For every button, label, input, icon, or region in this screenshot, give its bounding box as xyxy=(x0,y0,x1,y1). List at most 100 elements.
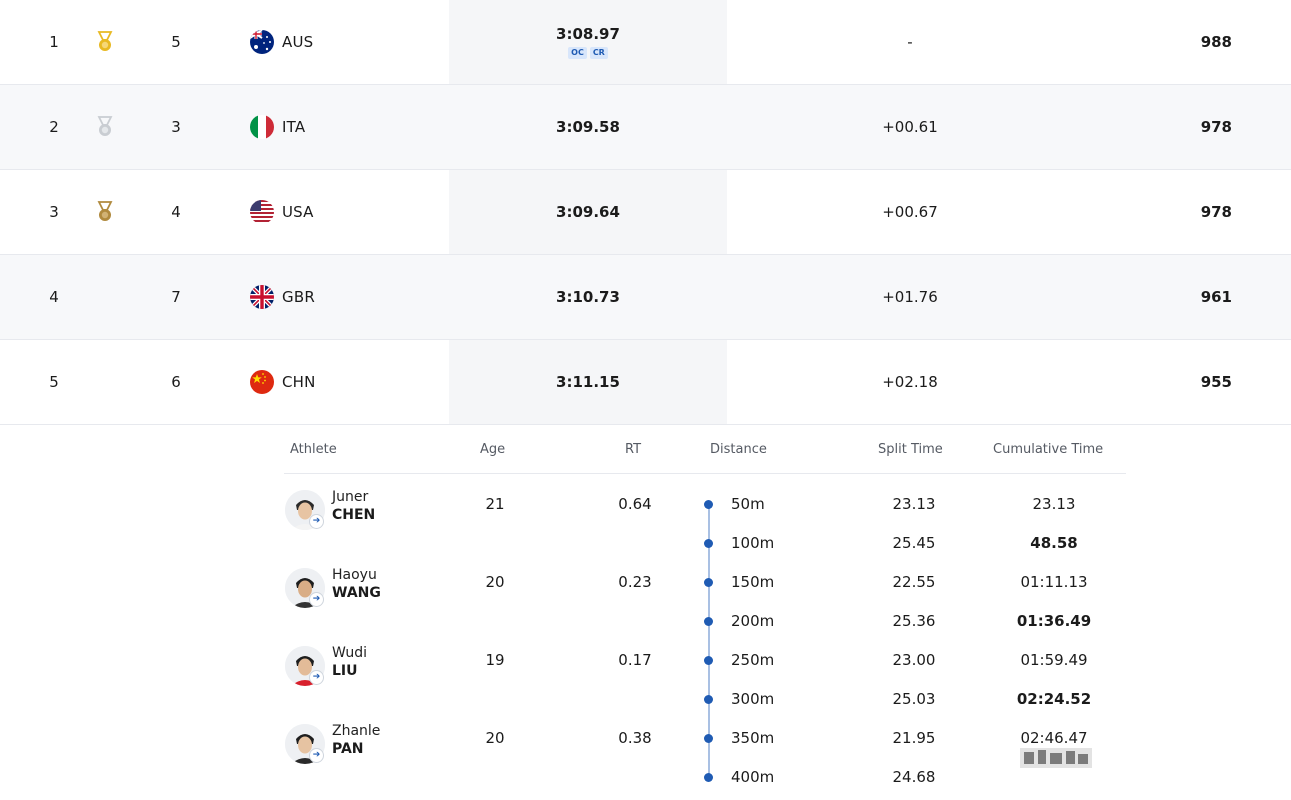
rank: 4 xyxy=(49,288,59,306)
relay-detail-panel: Athlete Age RT Distance Split Time Cumul… xyxy=(284,426,1126,800)
cumulative-time-header: Cumulative Time xyxy=(993,442,1104,457)
split-marker xyxy=(704,734,713,743)
athlete-item[interactable]: ➔ Haoyu WANG xyxy=(284,566,484,610)
age-header: Age xyxy=(480,442,506,457)
time-value: 3:09.58 xyxy=(556,118,620,136)
time-difference: +01.76 xyxy=(882,288,938,306)
cumulative-time: 01:11.13 xyxy=(1020,573,1088,591)
split-time: 23.00 xyxy=(892,651,936,669)
profile-link-icon[interactable]: ➔ xyxy=(309,670,324,685)
country: USA xyxy=(250,170,410,254)
split-marker xyxy=(704,578,713,587)
split-time: 25.03 xyxy=(892,690,936,708)
reaction-time: 0.23 xyxy=(618,573,652,591)
athlete-last-name: WANG xyxy=(332,585,381,601)
split-time: 23.13 xyxy=(892,495,936,513)
athlete-age: 21 xyxy=(485,495,505,513)
final-time: 3:11.15 xyxy=(449,340,727,424)
gold-medal-icon xyxy=(93,0,117,84)
time-difference: +02.18 xyxy=(882,373,938,391)
country: CHN xyxy=(250,340,410,424)
record-badges: OC CR xyxy=(568,47,608,59)
split-time: 25.45 xyxy=(892,534,936,552)
rank: 1 xyxy=(49,33,59,51)
cumulative-time: 01:36.49 xyxy=(1016,612,1092,630)
cr-record-badge: CR xyxy=(589,47,608,59)
reaction-time: 0.17 xyxy=(618,651,652,669)
country-code: AUS xyxy=(282,33,314,51)
split-distance: 200m xyxy=(731,612,775,630)
time-value: 3:08.97 xyxy=(556,25,620,43)
watermark-image xyxy=(1018,738,1094,774)
split-distance: 250m xyxy=(731,651,775,669)
rank: 5 xyxy=(49,373,59,391)
time-difference: +00.67 xyxy=(882,203,938,221)
silver-medal-icon xyxy=(93,85,117,169)
country-code: GBR xyxy=(282,288,315,306)
country-code: CHN xyxy=(282,373,316,391)
country: ITA xyxy=(250,85,410,169)
athlete-last-name: PAN xyxy=(332,741,364,757)
bronze-medal-icon xyxy=(93,170,117,254)
lane: 4 xyxy=(171,203,181,221)
athlete-last-name: CHEN xyxy=(332,507,376,523)
cumulative-time: 01:59.49 xyxy=(1020,651,1088,669)
result-row[interactable]: 5 6 CHN 3:11.15 +02.18 955 xyxy=(0,340,1291,425)
points: 978 xyxy=(1200,118,1232,136)
split-marker xyxy=(704,695,713,704)
chn-flag-icon xyxy=(250,370,274,394)
final-time: 3:09.64 xyxy=(449,170,727,254)
athlete-first-name: Wudi xyxy=(332,645,367,661)
rank: 3 xyxy=(49,203,59,221)
rt-header: RT xyxy=(625,442,642,457)
split-distance: 50m xyxy=(731,495,765,513)
reaction-time: 0.38 xyxy=(618,729,652,747)
split-distance: 350m xyxy=(731,729,775,747)
athlete-age: 20 xyxy=(485,729,505,747)
points: 961 xyxy=(1200,288,1232,306)
athlete-first-name: Juner xyxy=(332,489,369,505)
split-marker xyxy=(704,617,713,626)
profile-link-icon[interactable]: ➔ xyxy=(309,592,324,607)
split-time: 25.36 xyxy=(892,612,936,630)
oc-record-badge: OC xyxy=(568,47,587,59)
final-time: 3:08.97 OC CR xyxy=(449,0,727,84)
result-row[interactable]: 1 5 AUS 3:08.97 OC CR - 988 xyxy=(0,0,1291,85)
cumulative-time: 02:24.52 xyxy=(1016,690,1092,708)
gbr-flag-icon xyxy=(250,285,274,309)
time-difference: - xyxy=(907,33,913,51)
detail-body: ➔ Juner CHEN ➔ Haoyu WANG ➔ Wudi LIU ➔ Z… xyxy=(284,474,1126,800)
usa-flag-icon xyxy=(250,200,274,224)
split-distance: 300m xyxy=(731,690,775,708)
split-distance: 400m xyxy=(731,768,775,786)
points: 955 xyxy=(1200,373,1232,391)
cumulative-time: 23.13 xyxy=(1032,495,1076,513)
athlete-item[interactable]: ➔ Zhanle PAN xyxy=(284,722,484,766)
ita-flag-icon xyxy=(250,115,274,139)
athlete-item[interactable]: ➔ Juner CHEN xyxy=(284,488,484,532)
split-time: 24.68 xyxy=(892,768,936,786)
profile-link-icon[interactable]: ➔ xyxy=(309,748,324,763)
time-value: 3:10.73 xyxy=(556,288,620,306)
country: GBR xyxy=(250,255,410,339)
final-time: 3:09.58 xyxy=(449,85,727,169)
detail-header: Athlete Age RT Distance Split Time Cumul… xyxy=(284,426,1126,474)
split-marker xyxy=(704,773,713,782)
athlete-first-name: Haoyu xyxy=(332,567,377,583)
points: 978 xyxy=(1200,203,1232,221)
profile-link-icon[interactable]: ➔ xyxy=(309,514,324,529)
country: AUS xyxy=(250,0,410,84)
country-code: USA xyxy=(282,203,314,221)
points: 988 xyxy=(1200,33,1232,51)
cumulative-time: 48.58 xyxy=(1030,534,1078,552)
final-time: 3:10.73 xyxy=(449,255,727,339)
result-row[interactable]: 4 7 GBR 3:10.73 +01.76 961 xyxy=(0,255,1291,340)
time-difference: +00.61 xyxy=(882,118,938,136)
result-row[interactable]: 3 4 USA 3:09.64 +00.67 978 xyxy=(0,170,1291,255)
reaction-time: 0.64 xyxy=(618,495,652,513)
result-row[interactable]: 2 3 ITA 3:09.58 +00.61 978 xyxy=(0,85,1291,170)
aus-flag-icon xyxy=(250,30,274,54)
athlete-item[interactable]: ➔ Wudi LIU xyxy=(284,644,484,688)
lane: 5 xyxy=(171,33,181,51)
split-time: 22.55 xyxy=(892,573,936,591)
